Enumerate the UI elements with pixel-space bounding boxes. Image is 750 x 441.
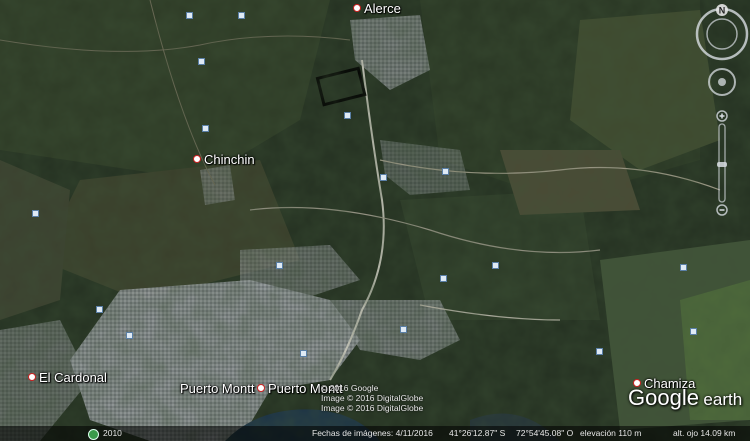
- look-joystick[interactable]: [708, 68, 736, 96]
- poi-icon[interactable]: [442, 168, 449, 175]
- longitude-readout: 72°54'45.08" O: [516, 428, 574, 438]
- poi-icon[interactable]: [400, 326, 407, 333]
- poi-icon[interactable]: [198, 58, 205, 65]
- poi-icon[interactable]: [126, 332, 133, 339]
- satellite-imagery[interactable]: [0, 0, 750, 441]
- place-label-chinchin[interactable]: Chinchin: [193, 152, 255, 167]
- poi-icon[interactable]: [596, 348, 603, 355]
- elevation-readout: elevación 110 m: [580, 428, 642, 438]
- latitude-readout: 41°26'12.87" S: [449, 428, 506, 438]
- status-bar: 2010 Fechas de imágenes: 4/11/2016 41°26…: [0, 426, 750, 441]
- historical-year[interactable]: 2010: [103, 426, 122, 441]
- poi-icon[interactable]: [186, 12, 193, 19]
- zoom-slider[interactable]: [716, 110, 728, 216]
- historical-imagery-icon[interactable]: [88, 429, 99, 440]
- copyright-google: © 2016 Google: [321, 383, 379, 393]
- poi-icon[interactable]: [300, 350, 307, 357]
- google-earth-logo: Google earth: [628, 385, 743, 410]
- place-marker-icon: [193, 155, 201, 163]
- place-label-puerto-montt[interactable]: Puerto Montt: [180, 381, 254, 396]
- poi-icon[interactable]: [440, 275, 447, 282]
- poi-icon[interactable]: [680, 264, 687, 271]
- navigation-controls[interactable]: N: [690, 2, 750, 242]
- poi-icon[interactable]: [276, 262, 283, 269]
- compass-ring[interactable]: N: [695, 4, 749, 61]
- place-marker-icon: [353, 4, 361, 12]
- place-marker-icon: [257, 384, 265, 392]
- poi-icon[interactable]: [202, 125, 209, 132]
- place-label-el-cardonal[interactable]: El Cardonal: [28, 370, 107, 385]
- poi-icon[interactable]: [96, 306, 103, 313]
- poi-icon[interactable]: [380, 174, 387, 181]
- poi-icon[interactable]: [690, 328, 697, 335]
- poi-icon[interactable]: [238, 12, 245, 19]
- poi-icon[interactable]: [32, 210, 39, 217]
- place-marker-icon: [28, 373, 36, 381]
- poi-icon[interactable]: [344, 112, 351, 119]
- north-icon: N: [719, 6, 726, 16]
- eye-altitude-readout: alt. ojo 14.09 km: [673, 428, 736, 438]
- poi-icon[interactable]: [492, 262, 499, 269]
- copyright-imagery-2: Image © 2016 DigitalGlobe: [321, 403, 424, 413]
- imagery-date: Fechas de imágenes: 4/11/2016: [312, 428, 433, 438]
- place-label-alerce[interactable]: Alerce: [353, 1, 401, 16]
- map-view[interactable]: Alerce Chinchin El Cardonal Puerto Montt…: [0, 0, 750, 441]
- copyright-imagery-1: Image © 2016 DigitalGlobe: [321, 393, 424, 403]
